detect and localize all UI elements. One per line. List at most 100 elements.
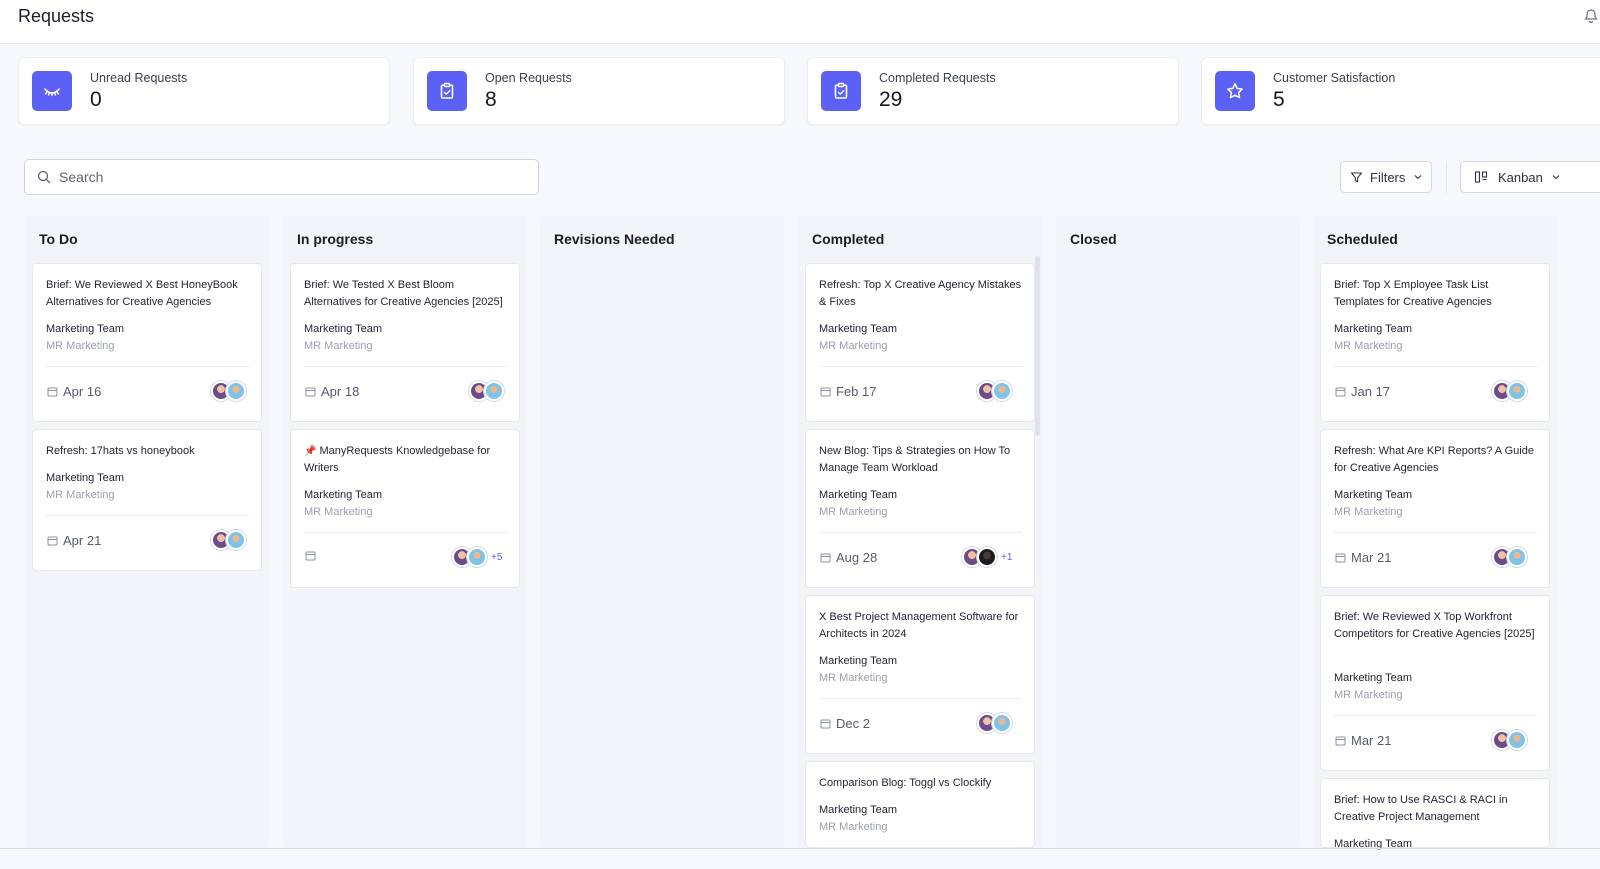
assignee-avatars[interactable] [211, 381, 246, 401]
card-team: Marketing Team [819, 323, 898, 335]
more-assignees-count: +5 [491, 551, 503, 563]
column-scrollbar[interactable] [1035, 256, 1040, 436]
calendar-icon [820, 552, 831, 563]
card-org: MR Marketing [304, 506, 373, 518]
card-divider [1334, 366, 1537, 367]
card-date-text: Jan 17 [1351, 384, 1391, 399]
card-title: 📌 ManyRequests Knowledgebase for Writers [304, 443, 510, 477]
avatar [1507, 730, 1527, 750]
card-team: Marketing Team [1334, 489, 1413, 501]
request-card[interactable]: Brief: We Reviewed X Top Workfront Compe… [1320, 595, 1550, 771]
column-title: Closed [1070, 231, 1117, 247]
view-switch-button[interactable]: Kanban [1460, 161, 1600, 193]
search-icon [37, 170, 51, 184]
search-box[interactable] [24, 159, 539, 195]
card-due-date: Jan 17 [1335, 384, 1390, 399]
card-title: Refresh: 17hats vs honeybook [46, 445, 195, 457]
filters-button[interactable]: Filters [1340, 161, 1432, 193]
request-card[interactable]: 📌 ManyRequests Knowledgebase for Writers… [290, 429, 520, 588]
request-card[interactable]: Brief: Top X Employee Task List Template… [1320, 263, 1550, 422]
star-icon [1215, 71, 1255, 111]
stat-card-completed: Completed Requests 29 [807, 57, 1179, 125]
more-assignees-count: +1 [1001, 551, 1013, 563]
request-card[interactable]: Brief: We Tested X Best Bloom Alternativ… [290, 263, 520, 422]
card-title: Refresh: Top X Creative Agency Mistakes … [819, 279, 1022, 308]
card-team: Marketing Team [46, 323, 125, 335]
stat-card-satisfaction: Customer Satisfaction 5 [1201, 57, 1600, 125]
card-team: Marketing Team [304, 489, 383, 501]
assignee-avatars[interactable]: +1 [962, 547, 1012, 567]
stat-label: Completed Requests [879, 71, 996, 85]
request-card[interactable]: Comparison Blog: Toggl vs Clockify Marke… [805, 761, 1035, 848]
card-due-date: Aug 28 [820, 550, 877, 565]
card-due-date: Apr 21 [47, 533, 101, 548]
request-card[interactable]: Refresh: What Are KPI Reports? A Guide f… [1320, 429, 1550, 588]
request-card[interactable]: Brief: How to Use RASCI & RACI in Creati… [1320, 778, 1550, 850]
card-team: Marketing Team [46, 472, 125, 484]
card-team: Marketing Team [819, 804, 898, 816]
column-scheduled: Scheduled Brief: Top X Employee Task Lis… [1313, 216, 1557, 850]
stat-value: 5 [1273, 88, 1285, 111]
column-completed: Completed Refresh: Top X Creative Agency… [798, 216, 1042, 848]
calendar-icon [47, 386, 58, 397]
card-org: MR Marketing [1334, 689, 1403, 701]
toolbar-divider [1446, 161, 1447, 193]
card-org: MR Marketing [819, 506, 888, 518]
column-to-do: To Do Brief: We Reviewed X Best HoneyBoo… [25, 216, 269, 848]
assignee-avatars[interactable] [1492, 547, 1527, 567]
calendar-icon [1335, 552, 1346, 563]
top-bar: Requests [0, 0, 1600, 44]
view-label: Kanban [1498, 169, 1543, 185]
assignee-avatars[interactable] [1492, 381, 1527, 401]
filters-label: Filters [1370, 169, 1406, 185]
request-card[interactable]: Refresh: Top X Creative Agency Mistakes … [805, 263, 1035, 422]
card-date-text: Feb 17 [836, 384, 877, 399]
card-org: MR Marketing [819, 821, 888, 833]
card-divider [46, 366, 249, 367]
column-title: Completed [812, 231, 885, 247]
assignee-avatars[interactable] [977, 381, 1012, 401]
calendar-icon [305, 386, 316, 397]
card-divider [819, 366, 1022, 367]
column-title: In progress [297, 231, 374, 247]
card-due-date [305, 550, 321, 561]
card-org: MR Marketing [819, 340, 888, 352]
card-date-text: Apr 16 [63, 384, 102, 399]
card-title: Brief: How to Use RASCI & RACI in Creati… [1334, 794, 1508, 823]
assignee-avatars[interactable] [469, 381, 504, 401]
card-title: Brief: We Reviewed X Best HoneyBook Alte… [46, 279, 238, 308]
request-card[interactable]: X Best Project Management Software for A… [805, 595, 1035, 754]
card-date-text: Apr 21 [63, 533, 102, 548]
card-team: Marketing Team [819, 489, 898, 501]
card-date-text: Aug 28 [836, 550, 878, 565]
card-due-date: Apr 18 [305, 384, 359, 399]
search-input[interactable] [59, 167, 519, 187]
assignee-avatars[interactable] [977, 713, 1012, 733]
avatar [1507, 547, 1527, 567]
request-card[interactable]: New Blog: Tips & Strategies on How To Ma… [805, 429, 1035, 588]
stat-card-unread: Unread Requests 0 [18, 57, 390, 125]
calendar-icon [47, 535, 58, 546]
card-org: MR Marketing [46, 340, 115, 352]
stat-value: 8 [485, 88, 497, 111]
card-team: Marketing Team [1334, 323, 1413, 335]
card-org: MR Marketing [1334, 340, 1403, 352]
card-title: Brief: We Reviewed X Top Workfront Compe… [1334, 611, 1535, 640]
avatar [977, 547, 997, 567]
card-org: MR Marketing [46, 489, 115, 501]
request-card[interactable]: Brief: We Reviewed X Best HoneyBook Alte… [32, 263, 262, 422]
pin-icon: 📌 [304, 446, 317, 457]
assignee-avatars[interactable] [1492, 730, 1527, 750]
card-divider [304, 532, 507, 533]
card-divider [1334, 532, 1537, 533]
request-card[interactable]: Refresh: 17hats vs honeybook Marketing T… [32, 429, 262, 571]
card-org: MR Marketing [819, 672, 888, 684]
chevron-down-icon [1551, 172, 1561, 182]
stat-label: Unread Requests [90, 71, 188, 85]
clipboard-icon [427, 71, 467, 111]
avatar [226, 381, 246, 401]
assignee-avatars[interactable]: +5 [452, 547, 502, 567]
bell-icon[interactable] [1583, 8, 1599, 24]
assignee-avatars[interactable] [211, 530, 246, 550]
stat-label: Open Requests [485, 71, 572, 85]
